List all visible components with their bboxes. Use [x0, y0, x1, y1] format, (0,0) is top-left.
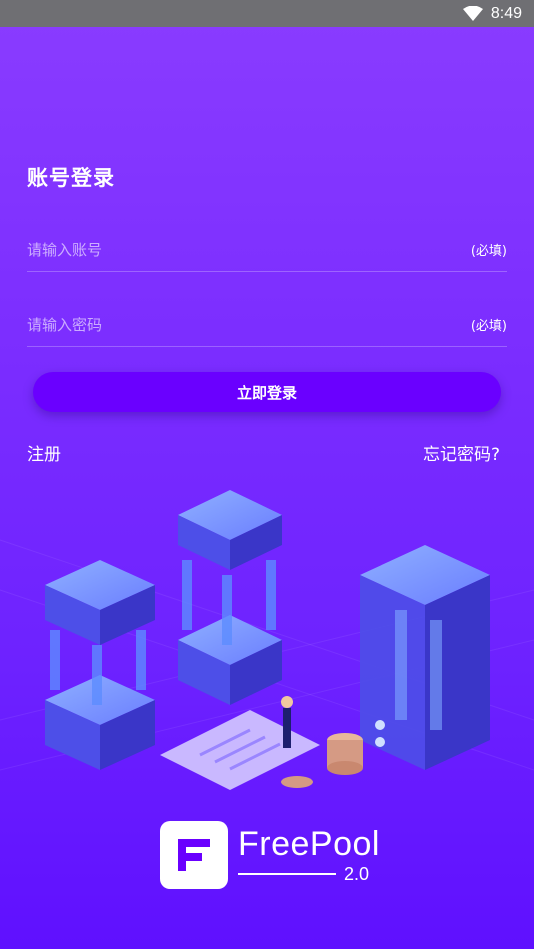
right-server [360, 545, 490, 770]
brand-divider [238, 873, 336, 875]
register-link[interactable]: 注册 [27, 440, 61, 465]
password-required-hint: (必填) [470, 319, 507, 334]
brand-version: 2.0 [344, 863, 370, 884]
page-title: 账号登录 [27, 166, 115, 190]
password-field: (必填) [27, 303, 507, 347]
document-illustration [160, 696, 320, 790]
brand-name: FreePool [238, 824, 380, 863]
left-server [45, 560, 155, 770]
account-field: (必填) [27, 228, 507, 272]
account-required-hint: (必填) [470, 244, 507, 259]
forgot-password-link[interactable]: 忘记密码? [423, 440, 500, 465]
login-button[interactable]: 立即登录 [33, 372, 501, 412]
brand-logo: FreePool 2.0 [160, 820, 390, 890]
center-server [178, 490, 282, 705]
account-input[interactable] [27, 240, 407, 259]
password-input[interactable] [27, 315, 407, 334]
freepool-logo-icon [160, 821, 228, 889]
status-bar: 8:49 [0, 0, 534, 27]
server-illustration [0, 490, 534, 790]
wifi-icon [462, 5, 483, 21]
login-screen: 8:49 账号登录 (必填) (必填) 立即登录 注册 忘记密码? [0, 0, 534, 949]
status-time: 8:49 [490, 4, 522, 22]
